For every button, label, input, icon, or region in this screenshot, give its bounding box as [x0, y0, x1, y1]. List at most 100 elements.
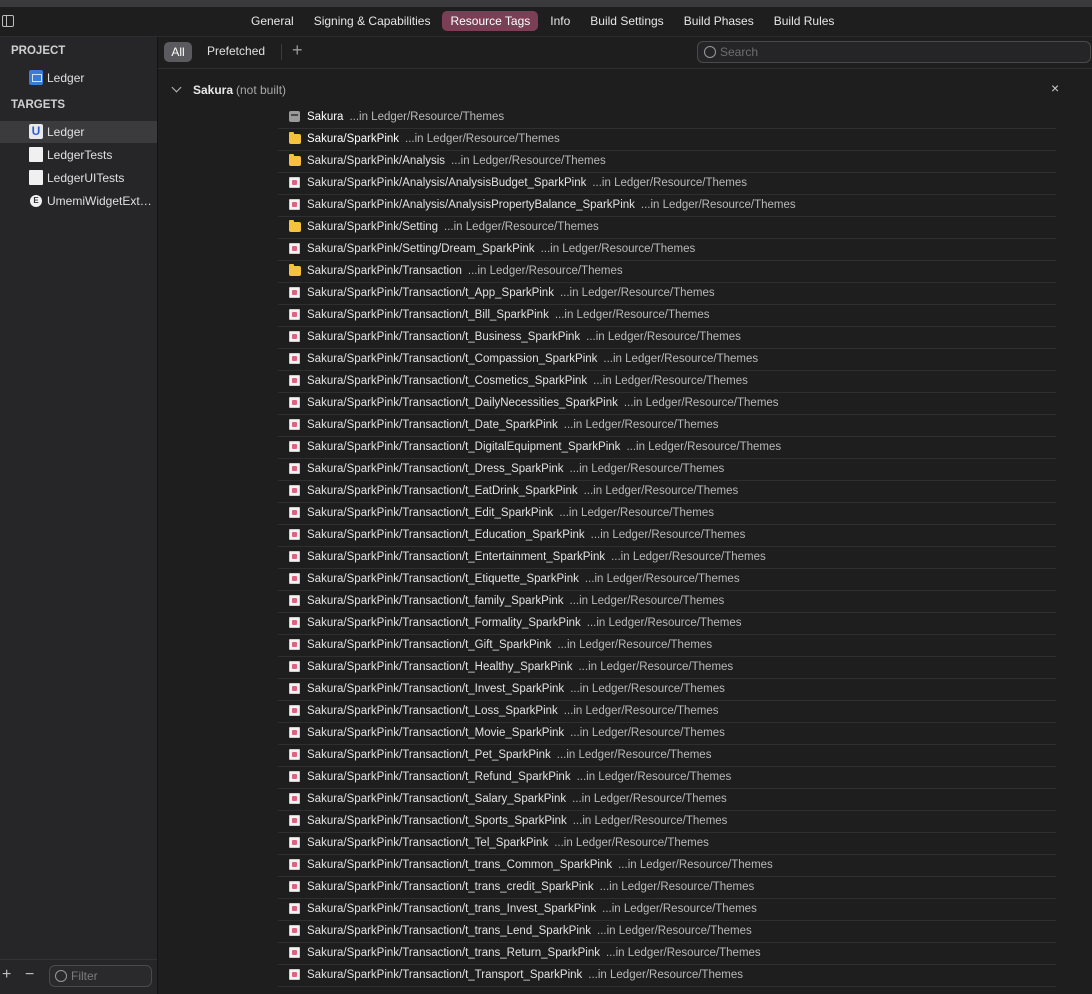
- resource-row[interactable]: Sakura ...in Ledger/Resource/Themes: [278, 107, 1056, 129]
- tag-group-header[interactable]: Sakura (not built) ×: [158, 78, 1092, 100]
- resource-row[interactable]: Sakura/SparkPink/Transaction/t_Entertain…: [278, 547, 1056, 569]
- resource-row[interactable]: Sakura/SparkPink/Transaction/t_Salary_Sp…: [278, 789, 1056, 811]
- chevron-down-icon[interactable]: [171, 82, 182, 93]
- resource-label: Sakura/SparkPink/Transaction/t_DailyNece…: [307, 397, 779, 409]
- resource-path: ...in Ledger/Resource/Themes: [554, 309, 710, 321]
- resource-row[interactable]: Sakura/SparkPink/Transaction/t_Healthy_S…: [278, 657, 1056, 679]
- add-target-button[interactable]: +: [2, 966, 11, 984]
- remove-target-button[interactable]: −: [25, 966, 34, 984]
- sidebar-item-target-widget-extension[interactable]: E UmemiWidgetExtension: [0, 190, 157, 212]
- resource-path: ...in Ledger/Resource/Themes: [603, 353, 759, 365]
- filter-prefetched-button[interactable]: Prefetched: [207, 44, 265, 58]
- resource-row[interactable]: Sakura/SparkPink/Transaction/t_Refund_Sp…: [278, 767, 1056, 789]
- resource-row[interactable]: Sakura/SparkPink/Transaction/t_trans_Inv…: [278, 899, 1056, 921]
- resource-label: Sakura/SparkPink/Transaction/t_Etiquette…: [307, 573, 740, 585]
- resource-path: ...in Ledger/Resource/Themes: [405, 133, 560, 145]
- resource-row[interactable]: Sakura/SparkPink/Transaction/t_DailyNece…: [278, 393, 1056, 415]
- add-tag-button[interactable]: +: [292, 40, 303, 61]
- resource-list: Sakura ...in Ledger/Resource/Themes Sakura…: [278, 107, 1056, 987]
- tab-info[interactable]: Info: [542, 11, 578, 31]
- resource-path: ...in Ledger/Resource/Themes: [618, 859, 773, 871]
- resource-row[interactable]: Sakura/SparkPink/Analysis/AnalysisBudget…: [278, 173, 1056, 195]
- resource-row[interactable]: Sakura/SparkPink/Analysis ...in Ledger/Re…: [278, 151, 1056, 173]
- resource-path: ...in Ledger/Resource/Themes: [602, 903, 757, 915]
- resource-row[interactable]: Sakura/SparkPink/Transaction/t_Date_Spar…: [278, 415, 1056, 437]
- resource-name: Sakura/SparkPink/Transaction/t_Cosmetics…: [307, 375, 588, 387]
- extension-icon: E: [30, 195, 42, 207]
- resource-row[interactable]: Sakura/SparkPink/Transaction/t_DigitalEq…: [278, 437, 1056, 459]
- resource-row[interactable]: Sakura/SparkPink/Setting ...in Ledger/Res…: [278, 217, 1056, 239]
- resource-row[interactable]: Sakura/SparkPink/Analysis/AnalysisProper…: [278, 195, 1056, 217]
- resource-row[interactable]: Sakura/SparkPink/Transaction/t_trans_Com…: [278, 855, 1056, 877]
- resource-name: Sakura/SparkPink/Transaction/t_Refund_Sp…: [307, 771, 571, 783]
- sidebar-item-target-ledgertests[interactable]: LedgerTests: [0, 144, 157, 166]
- image-asset-icon: [289, 705, 300, 716]
- resource-row[interactable]: Sakura/SparkPink/Setting/Dream_SparkPink…: [278, 239, 1056, 261]
- resource-row[interactable]: Sakura/SparkPink/Transaction/t_EatDrink_…: [278, 481, 1056, 503]
- tab-build-settings[interactable]: Build Settings: [582, 11, 671, 31]
- search-icon: [704, 46, 716, 58]
- resource-row[interactable]: Sakura/SparkPink/Transaction/t_Loss_Spar…: [278, 701, 1056, 723]
- close-icon[interactable]: ×: [1051, 80, 1059, 96]
- resource-name: Sakura/SparkPink/Setting: [307, 221, 439, 233]
- sidebar-item-target-ledger[interactable]: U Ledger: [0, 121, 157, 143]
- image-asset-icon: [289, 177, 300, 188]
- sidebar-filter-field[interactable]: Filter: [49, 965, 152, 987]
- resource-label: Sakura/SparkPink/Transaction/t_Loss_Spar…: [307, 705, 719, 717]
- resource-row[interactable]: Sakura/SparkPink/Transaction/t_trans_Len…: [278, 921, 1056, 943]
- tab-build-phases[interactable]: Build Phases: [676, 11, 762, 31]
- resource-row[interactable]: Sakura/SparkPink/Transaction/t_App_Spark…: [278, 283, 1056, 305]
- resource-label: Sakura/SparkPink/Transaction/t_Dress_Spa…: [307, 463, 724, 475]
- tab-signing-capabilities[interactable]: Signing & Capabilities: [306, 11, 439, 31]
- resource-name: Sakura/SparkPink/Analysis/AnalysisBudget…: [307, 177, 587, 189]
- resource-path: ...in Ledger/Resource/Themes: [572, 815, 728, 827]
- image-asset-icon: [289, 837, 300, 848]
- resource-label: Sakura/SparkPink/Transaction/t_Business_…: [307, 331, 741, 343]
- resource-label: Sakura/SparkPink/Transaction/t_trans_Com…: [307, 859, 773, 871]
- resource-row[interactable]: Sakura/SparkPink/Transaction/t_Pet_Spark…: [278, 745, 1056, 767]
- resource-row[interactable]: Sakura/SparkPink/Transaction/t_Etiquette…: [278, 569, 1056, 591]
- sidebar-toggle-icon[interactable]: [2, 15, 14, 27]
- resource-row[interactable]: Sakura/SparkPink ...in Ledger/Resource/Th…: [278, 129, 1056, 151]
- tag-group-status: (not built): [236, 83, 287, 97]
- resource-name: Sakura/SparkPink/Transaction: [307, 265, 462, 277]
- tab-general[interactable]: General: [243, 11, 302, 31]
- resource-row[interactable]: Sakura/SparkPink/Transaction ...in Ledger…: [278, 261, 1056, 283]
- resource-row[interactable]: Sakura/SparkPink/Transaction/t_Tel_Spark…: [278, 833, 1056, 855]
- resource-row[interactable]: Sakura/SparkPink/Transaction/t_Movie_Spa…: [278, 723, 1056, 745]
- resource-name: Sakura/SparkPink/Transaction/t_Etiquette…: [307, 573, 579, 585]
- resource-row[interactable]: Sakura/SparkPink/Transaction/t_trans_Ret…: [278, 943, 1056, 965]
- resource-row[interactable]: Sakura/SparkPink/Transaction/t_trans_cre…: [278, 877, 1056, 899]
- resource-path: ...in Ledger/Resource/Themes: [623, 397, 779, 409]
- resource-row[interactable]: Sakura/SparkPink/Transaction/t_family_Sp…: [278, 591, 1056, 613]
- resource-row[interactable]: Sakura/SparkPink/Transaction/t_Invest_Sp…: [278, 679, 1056, 701]
- search-input[interactable]: Search: [697, 41, 1091, 63]
- filter-icon: [55, 970, 67, 982]
- resource-row[interactable]: Sakura/SparkPink/Transaction/t_Sports_Sp…: [278, 811, 1056, 833]
- resource-row[interactable]: Sakura/SparkPink/Transaction/t_Compassio…: [278, 349, 1056, 371]
- resource-label: Sakura/SparkPink/Transaction/t_Compassio…: [307, 353, 758, 365]
- resource-row[interactable]: Sakura/SparkPink/Transaction/t_Business_…: [278, 327, 1056, 349]
- tab-resource-tags[interactable]: Resource Tags: [442, 11, 539, 31]
- image-asset-icon: [289, 331, 300, 342]
- resource-row[interactable]: Sakura/SparkPink/Transaction/t_Bill_Spar…: [278, 305, 1056, 327]
- resource-row[interactable]: Sakura/SparkPink/Transaction/t_Formality…: [278, 613, 1056, 635]
- resource-name: Sakura/SparkPink/Transaction/t_Movie_Spa…: [307, 727, 565, 739]
- resource-path: ...in Ledger/Resource/Themes: [597, 925, 752, 937]
- tab-build-rules[interactable]: Build Rules: [766, 11, 843, 31]
- resource-path: ...in Ledger/Resource/Themes: [570, 727, 725, 739]
- resource-row[interactable]: Sakura/SparkPink/Transaction/t_Transport…: [278, 965, 1056, 987]
- sidebar-item-target-ledgeruitests[interactable]: LedgerUITests: [0, 167, 157, 189]
- resource-row[interactable]: Sakura/SparkPink/Transaction/t_Education…: [278, 525, 1056, 547]
- resource-path: ...in Ledger/Resource/Themes: [640, 199, 796, 211]
- resource-name: Sakura/SparkPink/Setting/Dream_SparkPink: [307, 243, 535, 255]
- resource-row[interactable]: Sakura/SparkPink/Transaction/t_Gift_Spar…: [278, 635, 1056, 657]
- sidebar-item-project-ledger[interactable]: Ledger: [0, 67, 157, 89]
- resource-name: Sakura/SparkPink/Analysis/AnalysisProper…: [307, 199, 635, 211]
- resource-row[interactable]: Sakura/SparkPink/Transaction/t_Dress_Spa…: [278, 459, 1056, 481]
- resource-row[interactable]: Sakura/SparkPink/Transaction/t_Cosmetics…: [278, 371, 1056, 393]
- resource-name: Sakura/SparkPink/Transaction/t_Compassio…: [307, 353, 598, 365]
- image-asset-icon: [289, 969, 300, 980]
- filter-all-button[interactable]: All: [164, 42, 192, 62]
- resource-row[interactable]: Sakura/SparkPink/Transaction/t_Edit_Spar…: [278, 503, 1056, 525]
